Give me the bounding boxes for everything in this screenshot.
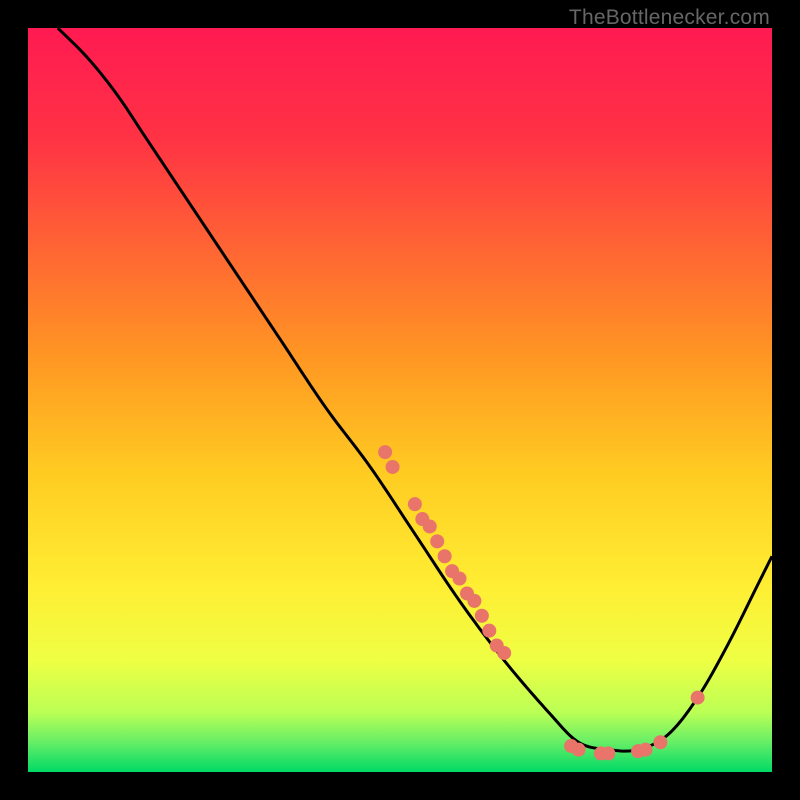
gradient-background — [28, 28, 772, 772]
plot-area — [28, 28, 772, 772]
data-point — [639, 743, 653, 757]
data-point — [691, 691, 705, 705]
data-point — [378, 445, 392, 459]
data-point — [653, 735, 667, 749]
data-point — [601, 746, 615, 760]
data-point — [408, 497, 422, 511]
data-point — [467, 594, 481, 608]
data-point — [423, 519, 437, 533]
data-point — [572, 743, 586, 757]
data-point — [482, 624, 496, 638]
data-point — [386, 460, 400, 474]
data-point — [497, 646, 511, 660]
data-point — [430, 534, 444, 548]
data-point — [453, 572, 467, 586]
chart-container: TheBottlenecker.com — [0, 0, 800, 800]
chart-svg — [28, 28, 772, 772]
data-point — [438, 549, 452, 563]
watermark-text: TheBottlenecker.com — [569, 6, 770, 30]
data-point — [475, 609, 489, 623]
